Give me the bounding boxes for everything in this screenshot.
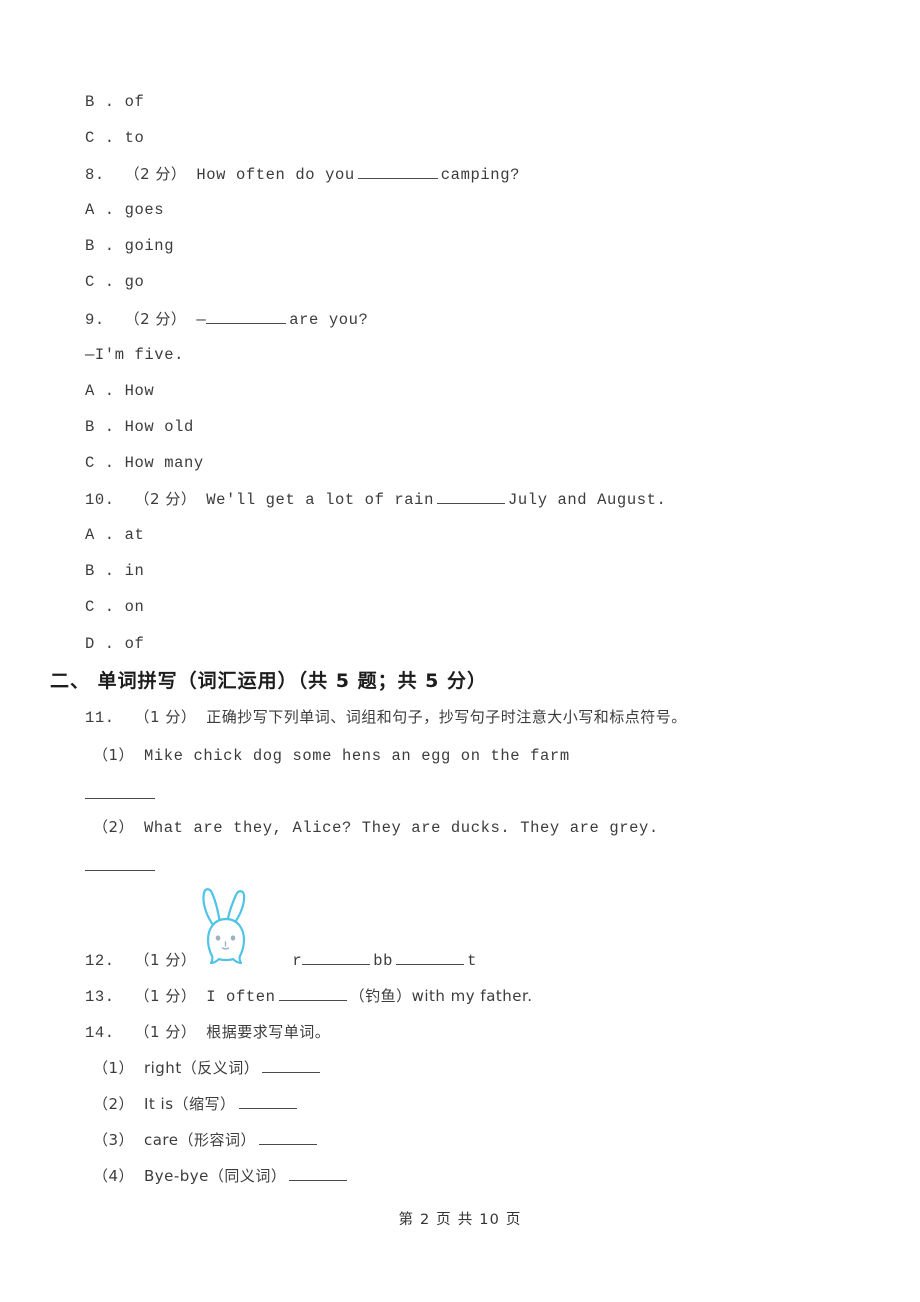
question-prompt: 正确抄写下列单词、词组和句子，抄写句子时注意大小写和标点符号。 <box>206 708 687 726</box>
question-number: 14. <box>85 1024 115 1042</box>
answer-blank[interactable] <box>258 1132 317 1145</box>
option-item: A . How <box>85 382 155 400</box>
question-14-item-2: （2） It is（缩写） <box>93 1095 300 1114</box>
question-10-stem: 10. （2 分） We'll get a lot of rain July an… <box>85 490 666 509</box>
question-marks: （1 分） <box>134 708 197 726</box>
question-number: 10. <box>85 491 115 509</box>
question-number: 13. <box>85 988 115 1006</box>
answer-blank[interactable] <box>238 1096 297 1109</box>
page-footer: 第 2 页 共 10 页 <box>398 1212 522 1228</box>
item-label: （4） <box>93 1167 135 1185</box>
question-14-item-1: （1） right（反义词） <box>93 1059 323 1078</box>
stem-text-before: How often do you <box>196 166 355 184</box>
answer-blank[interactable] <box>206 311 287 324</box>
rabbit-eye-left <box>215 935 221 941</box>
answer-blank[interactable] <box>437 491 505 504</box>
item-text: Mike chick dog some hens an egg on the f… <box>143 747 570 765</box>
question-14-item-4: （4） Bye-bye（同义词） <box>93 1167 350 1186</box>
question-number: 8. <box>85 166 105 184</box>
question-prompt: 根据要求写单词。 <box>206 1023 331 1041</box>
question-number: 9. <box>85 311 105 329</box>
question-9-stem-line2: —I'm five. <box>85 346 185 364</box>
stem-text-after: are you? <box>289 311 369 329</box>
item-label: （1） <box>93 1059 135 1077</box>
option-item: B . in <box>85 562 145 580</box>
item-label: （3） <box>93 1131 135 1149</box>
section-heading-two: 二、 单词拼写（词汇运用）（共 5 题；共 5 分） <box>50 670 488 692</box>
question-9-stem: 9. （2 分） — are you? <box>85 310 368 329</box>
answer-rule[interactable] <box>85 870 155 871</box>
question-number: 12. <box>85 952 115 970</box>
question-marks: （1 分） <box>134 987 197 1005</box>
question-14-item-3: （3） care（形容词） <box>93 1131 320 1150</box>
stem-text-before: — <box>196 311 207 329</box>
stem-text-before: I often <box>206 988 276 1006</box>
option-item: C . go <box>85 273 145 291</box>
item-text: Bye-bye（同义词） <box>143 1167 287 1185</box>
option-item: D . of <box>85 635 145 653</box>
question-number: 11. <box>85 709 115 727</box>
stem-text-before: We'll get a lot of rain <box>206 491 434 509</box>
option-item: C . to <box>85 129 145 147</box>
question-marks: （2 分） <box>124 165 187 183</box>
question-marks: （1 分） <box>134 1023 197 1041</box>
option-item: C . on <box>85 598 145 616</box>
item-label: （2） <box>93 1095 135 1113</box>
answer-blank[interactable] <box>289 1168 348 1181</box>
question-14-stem: 14. （1 分） 根据要求写单词。 <box>85 1023 330 1042</box>
answer-blank[interactable] <box>357 166 438 179</box>
answer-blank[interactable] <box>262 1060 321 1073</box>
answer-pattern-a: r <box>292 952 303 970</box>
item-text: right（反义词） <box>143 1059 260 1077</box>
question-marks: （2 分） <box>134 490 197 508</box>
question-13-stem: 13. （1 分） I often （钓鱼）with my father. <box>85 987 533 1006</box>
question-11-stem: 11. （1 分） 正确抄写下列单词、词组和句子，抄写句子时注意大小写和标点符号… <box>85 708 687 727</box>
item-text: It is（缩写） <box>143 1095 236 1113</box>
item-text: What are they, Alice? They are ducks. Th… <box>143 819 659 837</box>
stem-text-after: （钓鱼）with my father. <box>349 987 533 1005</box>
answer-rule[interactable] <box>85 798 155 799</box>
question-11-item-2: （2） What are they, Alice? They are ducks… <box>93 818 659 837</box>
item-label: （2） <box>93 818 135 836</box>
answer-pattern-b: bb <box>373 952 394 970</box>
answer-pattern-c: t <box>467 952 477 970</box>
stem-text-after: July and August. <box>508 491 667 509</box>
question-marks: （1 分） <box>134 951 197 969</box>
option-item: A . at <box>85 526 145 544</box>
item-label: （1） <box>93 746 135 764</box>
answer-blank[interactable] <box>302 952 371 965</box>
question-11-item-1: （1） Mike chick dog some hens an egg on t… <box>93 746 570 765</box>
option-item: B . going <box>85 237 175 255</box>
answer-blank[interactable] <box>396 952 465 965</box>
question-8-stem: 8. （2 分） How often do you camping? <box>85 165 520 184</box>
option-item: C . How many <box>85 454 204 472</box>
answer-blank[interactable] <box>278 988 347 1001</box>
stem-text-after: camping? <box>440 166 520 184</box>
option-item: B . of <box>85 93 145 111</box>
question-marks: （2 分） <box>124 310 187 328</box>
option-item: B . How old <box>85 418 194 436</box>
item-text: care（形容词） <box>143 1131 256 1149</box>
question-12-stem: 12. （1 分） r bb t <box>85 951 477 970</box>
document-page: B . of C . to 8. （2 分） How often do you c… <box>0 0 920 1302</box>
option-item: A . goes <box>85 201 165 219</box>
rabbit-eye-right <box>230 935 236 941</box>
